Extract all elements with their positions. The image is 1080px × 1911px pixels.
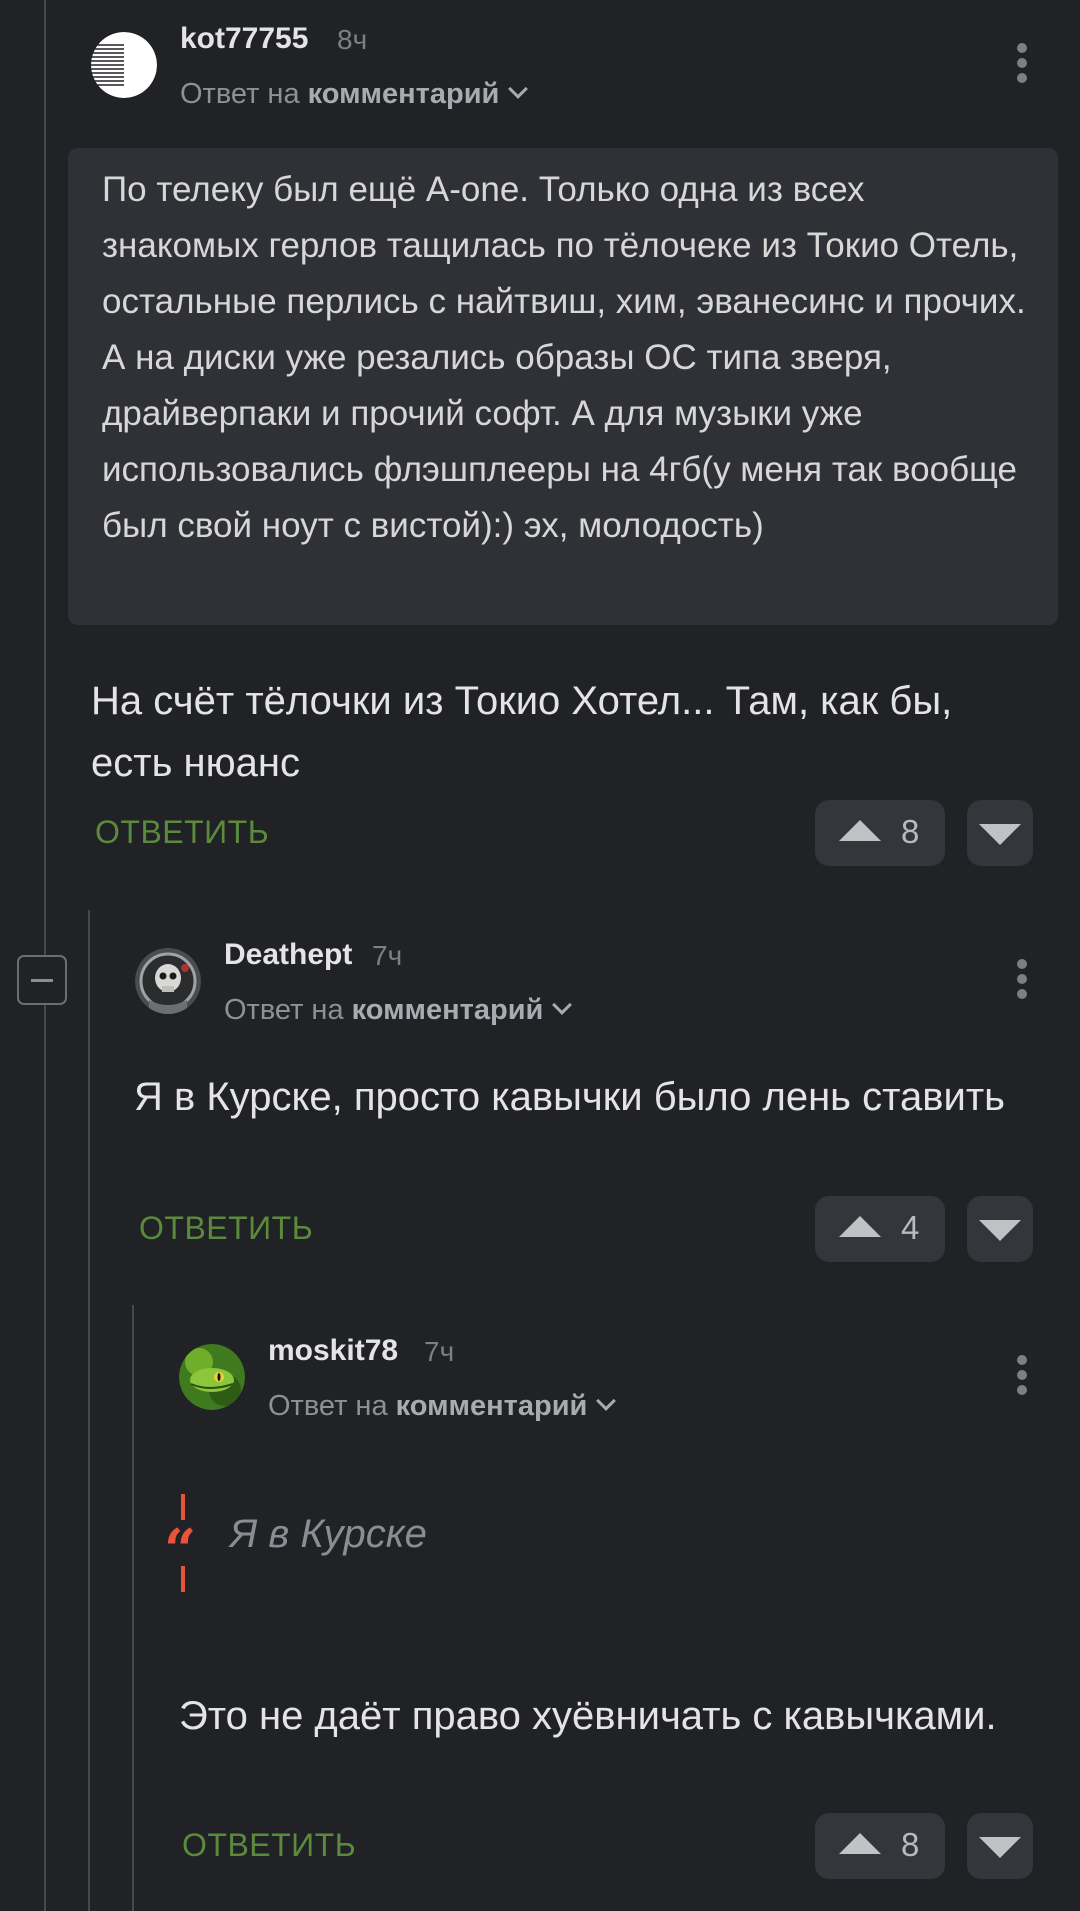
upvote-button[interactable]: 8 (815, 1813, 945, 1879)
reply-to-target: комментарий (351, 994, 544, 1026)
vote-count: 8 (901, 1826, 920, 1863)
upvote-button[interactable]: 8 (815, 800, 945, 866)
arrow-down-icon (979, 1220, 1021, 1241)
reply-to-prefix: Ответ на (268, 1390, 388, 1422)
reply-button[interactable]: ОТВЕТИТЬ (182, 1827, 356, 1864)
reply-to-prefix: Ответ на (180, 78, 300, 110)
arrow-down-icon (979, 1837, 1021, 1858)
vote-count: 4 (901, 1209, 920, 1246)
reply-to-link[interactable]: Ответ на комментарий (180, 78, 529, 111)
avatar[interactable] (91, 32, 157, 98)
chevron-down-icon (596, 1391, 617, 1411)
comment-text: Я в Курске, просто кавычки было лень ста… (134, 1075, 1005, 1119)
reply-button[interactable]: ОТВЕТИТЬ (95, 814, 269, 851)
thread-line-level-2 (132, 1305, 134, 1911)
comment-text: На счёт тёлочки из Токио Хотел... Там, к… (91, 679, 953, 785)
striped-avatar-icon (91, 32, 157, 98)
more-options-icon[interactable] (1007, 954, 1037, 1004)
downvote-button[interactable] (967, 800, 1033, 866)
arrow-up-icon (839, 1833, 881, 1854)
avatar[interactable] (179, 1344, 245, 1410)
arrow-up-icon (839, 820, 881, 841)
quoted-text: Я в Курске (230, 1512, 427, 1556)
skull-astronaut-avatar-icon (135, 948, 201, 1014)
reply-button[interactable]: ОТВЕТИТЬ (139, 1210, 313, 1247)
comment-text: Это не даёт право хуёвничать с кавычками… (179, 1694, 997, 1738)
reply-to-prefix: Ответ на (224, 994, 344, 1026)
chevron-down-icon (508, 79, 529, 99)
arrow-up-icon (839, 1216, 881, 1237)
reply-to-target: комментарий (307, 78, 500, 110)
username[interactable]: kot77755 (180, 22, 308, 56)
reply-to-target: комментарий (395, 1390, 588, 1422)
more-options-icon[interactable] (1007, 1350, 1037, 1400)
vote-count: 8 (901, 813, 920, 850)
downvote-button[interactable] (967, 1196, 1033, 1262)
username[interactable]: Deathept (224, 938, 352, 972)
quote-accent-bar-bottom (181, 1566, 185, 1592)
username[interactable]: moskit78 (268, 1334, 398, 1368)
green-snake-avatar-icon (179, 1344, 245, 1410)
parent-comment-quote: По телеку был ещё A-one. Только одна из … (68, 148, 1058, 625)
comment-time: 8ч (337, 24, 368, 55)
arrow-down-icon (979, 824, 1021, 845)
downvote-button[interactable] (967, 1813, 1033, 1879)
reply-to-link[interactable]: Ответ на комментарий (224, 994, 573, 1027)
thread-line-level-1 (88, 910, 90, 1911)
avatar[interactable] (135, 948, 201, 1014)
comment-time: 7ч (424, 1336, 455, 1367)
collapse-thread-button[interactable] (17, 955, 67, 1005)
chevron-down-icon (552, 995, 573, 1015)
reply-to-link[interactable]: Ответ на комментарий (268, 1390, 617, 1423)
more-options-icon[interactable] (1007, 38, 1037, 88)
upvote-button[interactable]: 4 (815, 1196, 945, 1262)
comment-time: 7ч (372, 940, 403, 971)
